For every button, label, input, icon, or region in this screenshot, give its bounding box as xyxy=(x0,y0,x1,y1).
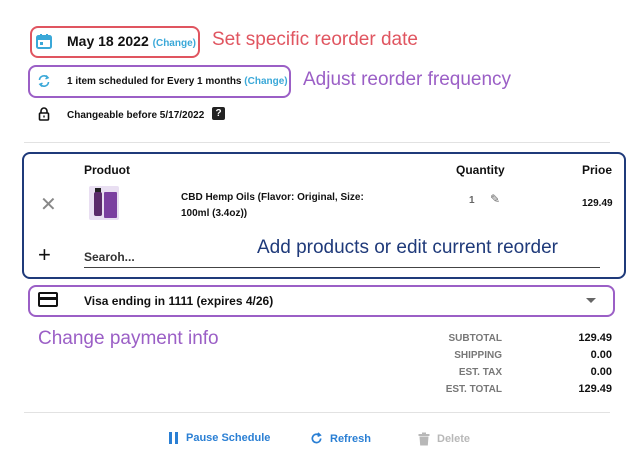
pause-schedule-button[interactable]: Pause Schedule xyxy=(168,432,270,444)
subtotal-label: SUBTOTAL xyxy=(448,333,502,344)
chevron-down-icon[interactable] xyxy=(586,298,596,303)
frequency-summary: 1 item scheduled for Every 1 months (Cha… xyxy=(67,76,288,87)
annotation-frequency: Adjust reorder frequency xyxy=(303,69,512,90)
product-price: 129.49 xyxy=(582,198,613,209)
total-value: 129.49 xyxy=(578,383,612,395)
annotation-products: Add products or edit current reorder xyxy=(257,237,558,258)
pause-schedule-label: Pause Schedule xyxy=(186,432,271,444)
product-quantity: 1 xyxy=(469,195,475,206)
calendar-icon xyxy=(36,34,52,49)
trash-icon xyxy=(418,432,430,446)
subtotal-value: 129.49 xyxy=(578,332,612,344)
total-label: EST. TOTAL xyxy=(445,384,502,395)
shipping-value: 0.00 xyxy=(590,349,612,361)
frequency-text: 1 item scheduled for Every 1 months xyxy=(67,76,242,87)
reorder-date-value: May 18 2022 xyxy=(67,33,149,49)
delete-label: Delete xyxy=(437,433,471,445)
edit-icon[interactable]: ✎ xyxy=(490,192,500,206)
lock-icon xyxy=(38,107,50,121)
close-icon[interactable]: ✕ xyxy=(40,195,57,215)
pause-icon xyxy=(168,432,179,444)
refresh-button[interactable]: Refresh xyxy=(310,432,371,445)
payment-method-text: Visa ending in 1111 (expires 4/26) xyxy=(84,294,274,308)
changeable-before: Changeable before 5/17/2022 xyxy=(67,110,205,121)
divider xyxy=(24,142,610,143)
delete-button[interactable]: Delete xyxy=(418,432,470,446)
shipping-label: SHIPPING xyxy=(454,350,502,361)
product-name: CBD Hemp Oils (Flavor: Original, Size: 1… xyxy=(181,192,364,219)
sync-icon xyxy=(38,74,50,88)
divider xyxy=(24,412,610,413)
refresh-label: Refresh xyxy=(330,432,371,445)
reorder-date: May 18 2022 (Change) xyxy=(67,33,196,49)
header-product: Produot xyxy=(84,163,130,177)
refresh-icon xyxy=(311,432,322,444)
plus-icon[interactable]: + xyxy=(38,244,51,266)
product-thumbnail xyxy=(89,186,119,220)
change-frequency-link[interactable]: Change xyxy=(248,76,285,87)
tax-label: EST. TAX xyxy=(458,367,502,378)
annotation-payment: Change payment info xyxy=(38,328,219,349)
tax-value: 0.00 xyxy=(590,366,612,378)
help-icon[interactable]: ? xyxy=(212,107,225,120)
header-quantity: Quantity xyxy=(456,163,505,177)
credit-card-icon xyxy=(38,292,58,307)
header-price: Prioe xyxy=(582,163,613,177)
annotation-date: Set specific reorder date xyxy=(212,29,418,50)
change-date-link[interactable]: Change xyxy=(156,38,193,49)
